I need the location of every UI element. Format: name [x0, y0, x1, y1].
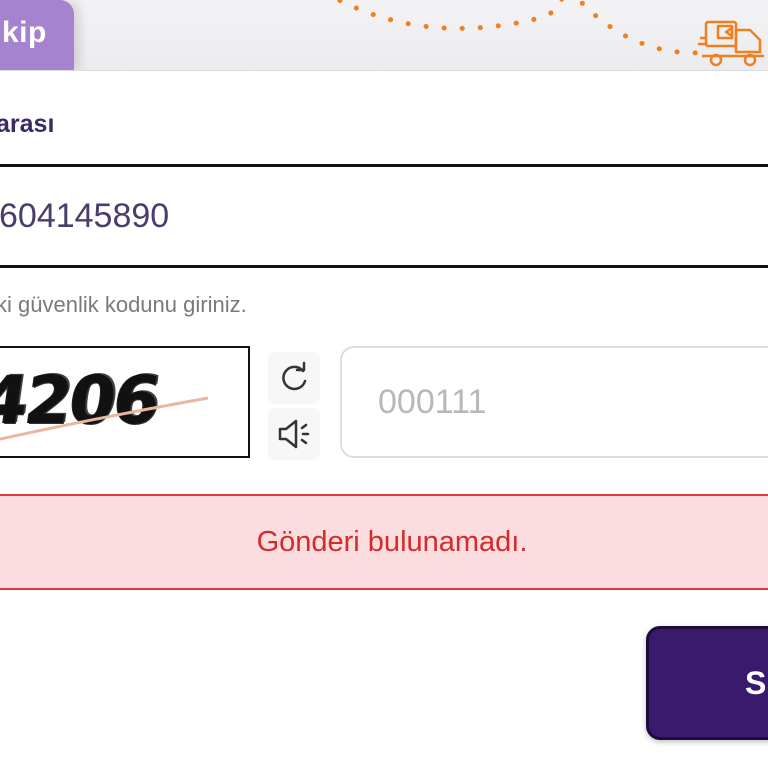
decorative-dotted-arc	[333, 0, 713, 56]
error-alert: Gönderi bulunamadı.	[0, 494, 768, 590]
refresh-icon	[282, 361, 307, 391]
audio-captcha-button[interactable]	[268, 408, 320, 460]
tab-shipment-tracking[interactable]: kip	[0, 0, 74, 70]
security-code-hint: ki güvenlik kodunu giriniz.	[0, 292, 247, 317]
error-message: Gönderi bulunamadı.	[256, 525, 528, 558]
refresh-captcha-button[interactable]	[268, 352, 320, 404]
captcha-image: 4206	[0, 346, 250, 458]
top-strip: kip	[0, 0, 768, 71]
delivery-truck-icon	[698, 20, 764, 67]
captcha-code-input[interactable]	[340, 346, 768, 458]
submit-button[interactable]: S	[646, 626, 768, 740]
tab-track-label: kip	[2, 16, 47, 49]
tracking-number-label: arası	[0, 110, 55, 138]
captcha-noise-line	[0, 396, 209, 441]
tracking-number-input[interactable]	[0, 164, 768, 268]
speaker-icon	[278, 419, 310, 449]
